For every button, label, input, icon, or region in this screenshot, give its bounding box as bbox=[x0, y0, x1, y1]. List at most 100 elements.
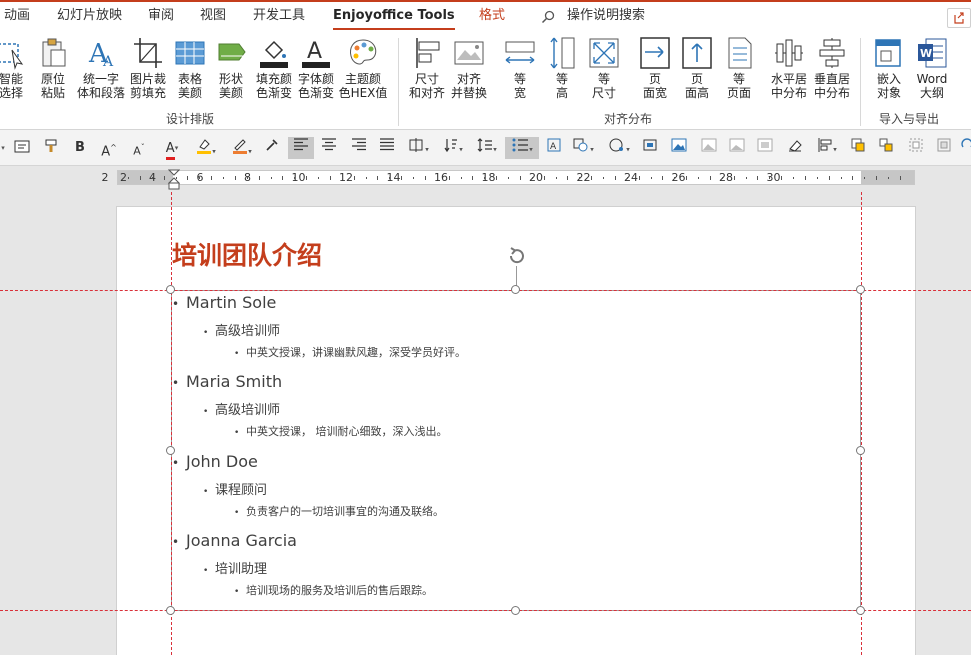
align-center-button[interactable] bbox=[318, 137, 340, 159]
guide-vertical-left[interactable] bbox=[171, 192, 172, 655]
resize-handle-w[interactable] bbox=[166, 446, 175, 455]
shape-beautify-button[interactable]: 形状 美颜 bbox=[214, 36, 248, 104]
ruler-tick bbox=[187, 176, 189, 180]
fill-gradient-button[interactable]: 填充颜 色渐变 bbox=[254, 36, 294, 104]
guide-vertical-right[interactable] bbox=[861, 192, 862, 655]
page-width-icon bbox=[640, 37, 670, 69]
picture-frame-icon[interactable] bbox=[640, 137, 660, 159]
equal-width-button[interactable]: 等宽 bbox=[502, 36, 538, 104]
justify-button[interactable] bbox=[376, 137, 398, 159]
align-replace-button[interactable]: 对齐 并替换 bbox=[448, 36, 490, 104]
bullet-detail[interactable]: • 中英文授课，讲课幽默风趣，深受学员好评。 bbox=[234, 344, 466, 360]
crop-fill-button[interactable]: 图片裁 剪填充 bbox=[128, 36, 168, 104]
bullet-role[interactable]: • 高级培训师 bbox=[203, 399, 280, 418]
tab-view[interactable]: 视图 bbox=[200, 6, 226, 30]
bullet-detail[interactable]: • 负责客户的一切培训事宜的沟通及联络。 bbox=[234, 503, 444, 519]
unify-font-button[interactable]: AA 统一字 体和段落 bbox=[76, 36, 126, 104]
tab-review[interactable]: 审阅 bbox=[148, 6, 174, 30]
equal-height-button[interactable]: 等高 bbox=[544, 36, 580, 104]
theme-color-button[interactable]: 主题颜 色HEX值 bbox=[338, 36, 388, 104]
tab-animation[interactable]: 动画 bbox=[4, 6, 30, 30]
embed-object-button[interactable]: 嵌入 对象 bbox=[870, 36, 908, 104]
bullet-name[interactable]: • Joanna Garcia bbox=[172, 531, 297, 550]
shape-insert-button[interactable]: ▾ bbox=[568, 137, 598, 159]
tab-format[interactable]: 格式 bbox=[479, 6, 505, 30]
bullet-detail[interactable]: • 中英文授课， 培训耐心细致，深入浅出。 bbox=[234, 423, 448, 439]
rotate-handle-icon[interactable] bbox=[505, 244, 529, 268]
search-label[interactable]: 操作说明搜索 bbox=[567, 6, 645, 30]
equal-size-button[interactable]: 等尺寸 bbox=[586, 36, 622, 104]
bullet-detail[interactable]: • 培训现场的服务及培训后的售后跟踪。 bbox=[234, 582, 433, 598]
ruler-tick bbox=[638, 176, 640, 180]
picture-reset-icon[interactable] bbox=[754, 137, 776, 159]
guide-horizontal-top[interactable] bbox=[0, 290, 971, 291]
align-left-button[interactable] bbox=[288, 137, 314, 159]
ruler-tick bbox=[353, 176, 355, 180]
bullet-name[interactable]: • Maria Smith bbox=[172, 372, 282, 391]
tab-slideshow[interactable]: 幻灯片放映 bbox=[57, 6, 122, 30]
tab-developer[interactable]: 开发工具 bbox=[253, 6, 305, 30]
table-beautify-button[interactable]: 表格 美颜 bbox=[174, 36, 206, 104]
bold-button[interactable]: B bbox=[70, 137, 90, 159]
resize-handle-sw[interactable] bbox=[166, 606, 175, 615]
bullet-role[interactable]: • 课程顾问 bbox=[203, 479, 267, 498]
word-outline-button[interactable]: W Word 大纲 bbox=[910, 36, 954, 104]
share-button[interactable] bbox=[947, 8, 971, 28]
slide-title[interactable]: 培训团队介绍 bbox=[172, 236, 322, 272]
ruler-tick bbox=[698, 177, 699, 179]
paste-in-place-button[interactable]: 原位 粘贴 bbox=[36, 36, 70, 104]
shape-outline-button[interactable]: ▾ bbox=[228, 137, 256, 159]
shrink-font-button[interactable]: Aˇ bbox=[128, 137, 150, 159]
picture-crop-icon[interactable] bbox=[726, 137, 748, 159]
ruler-tick bbox=[460, 177, 462, 179]
page-size-button[interactable]: 等页面 bbox=[720, 36, 758, 104]
format-painter-icon[interactable] bbox=[40, 137, 62, 159]
bullet-role[interactable]: • 高级培训师 bbox=[203, 320, 280, 339]
font-color-button[interactable]: A▾ bbox=[158, 137, 186, 160]
text-direction-button[interactable]: ▾ bbox=[402, 137, 434, 159]
text-sort-button[interactable]: ▾ bbox=[438, 137, 468, 159]
bullet-role[interactable]: • 培训助理 bbox=[203, 558, 267, 577]
resize-handle-n[interactable] bbox=[511, 285, 520, 294]
resize-handle-s[interactable] bbox=[511, 606, 520, 615]
indent-marker-icon[interactable] bbox=[168, 169, 180, 191]
bring-forward-icon[interactable] bbox=[848, 137, 868, 159]
search-icon[interactable] bbox=[541, 10, 555, 24]
size-align-button[interactable]: 尺寸 和对齐 bbox=[406, 36, 448, 104]
page-size-icon bbox=[728, 37, 752, 69]
overflow-arrow[interactable]: ▾ bbox=[0, 137, 6, 159]
selection-pane-icon[interactable] bbox=[934, 137, 954, 159]
eraser-icon[interactable] bbox=[784, 137, 806, 159]
resize-handle-ne[interactable] bbox=[856, 285, 865, 294]
bullet-text: Joanna Garcia bbox=[186, 530, 297, 550]
align-right-button[interactable] bbox=[348, 137, 370, 159]
insert-textbox-icon[interactable]: A bbox=[544, 137, 564, 159]
align-objects-button[interactable]: ▾ bbox=[812, 137, 842, 159]
picture-remove-icon[interactable] bbox=[698, 137, 720, 159]
resize-handle-nw[interactable] bbox=[166, 285, 175, 294]
bullets-button[interactable]: ▾ bbox=[505, 137, 539, 159]
page-width-button[interactable]: 页面宽 bbox=[636, 36, 674, 104]
group-objects-icon[interactable] bbox=[876, 137, 896, 159]
v-distribute-button[interactable]: 垂直居 中分布 bbox=[810, 36, 854, 104]
smart-select-button[interactable]: 智能 选择 bbox=[0, 36, 26, 104]
eyedropper-icon[interactable] bbox=[262, 137, 282, 159]
rotate-icon[interactable] bbox=[960, 137, 971, 159]
ungroup-icon[interactable] bbox=[906, 137, 926, 159]
bullet-name[interactable]: • Martin Sole bbox=[172, 293, 276, 312]
tab-enjoyoffice-tools[interactable]: Enjoyoffice Tools bbox=[333, 6, 455, 30]
line-spacing-button[interactable]: ▾ bbox=[472, 137, 502, 159]
horizontal-ruler[interactable]: 224681012141618202224262830 bbox=[102, 170, 915, 185]
picture-icon[interactable] bbox=[668, 137, 690, 159]
page-height-button[interactable]: 页面高 bbox=[678, 36, 716, 104]
highlight-button[interactable]: ▾ bbox=[192, 137, 220, 159]
font-gradient-button[interactable]: A 字体颜 色渐变 bbox=[296, 36, 336, 104]
textbox-icon[interactable] bbox=[12, 137, 32, 159]
h-distribute-button[interactable]: 水平居 中分布 bbox=[768, 36, 810, 104]
edit-shape-button[interactable]: ▾ bbox=[604, 137, 634, 159]
bullet-name[interactable]: • John Doe bbox=[172, 452, 258, 471]
grow-font-button[interactable]: A^ bbox=[98, 137, 120, 159]
resize-handle-se[interactable] bbox=[856, 606, 865, 615]
resize-handle-e[interactable] bbox=[856, 446, 865, 455]
guide-horizontal-bottom[interactable] bbox=[0, 610, 971, 611]
